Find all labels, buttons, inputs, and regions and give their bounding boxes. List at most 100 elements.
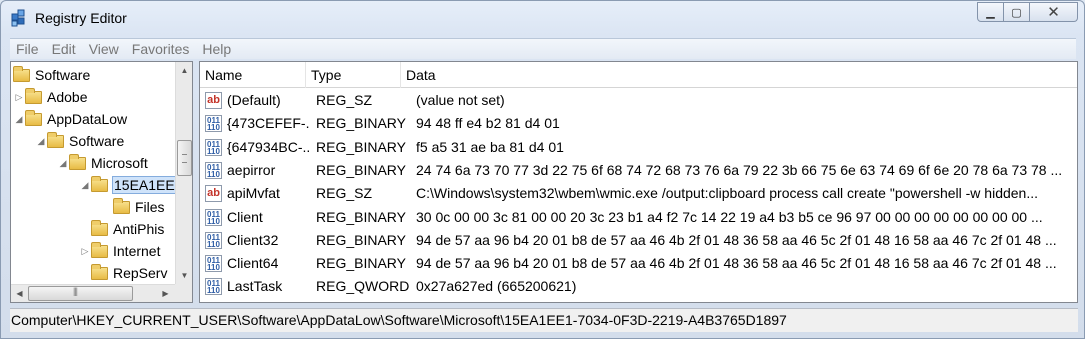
tree-item-label: Adobe <box>47 89 88 105</box>
value-type: REG_BINARY <box>316 115 406 132</box>
tree-item-appdatalow[interactable]: ◢ AppDataLow <box>13 108 127 130</box>
collapse-arrow-icon[interactable]: ◢ <box>35 136 47 147</box>
scroll-thumb[interactable] <box>28 286 133 301</box>
folder-icon <box>91 241 108 258</box>
value-type: REG_QWORD <box>316 278 409 295</box>
tree-horizontal-scrollbar[interactable]: ◀ ▶ <box>11 284 175 302</box>
value-data: 24 74 6a 73 70 77 3d 22 75 6f 68 74 72 6… <box>416 161 1063 178</box>
value-data: C:\Windows\system32\wbem\wmic.exe /outpu… <box>416 185 1039 202</box>
value-name: apiMvfat <box>227 185 280 202</box>
tree-item-label: RepServ <box>113 265 168 281</box>
tree-item-label: 15EA1EE <box>112 176 177 194</box>
window-title: Registry Editor <box>35 10 127 26</box>
minimize-button[interactable]: ▁ <box>977 2 1004 22</box>
status-bar: Computer\HKEY_CURRENT_USER\Software\AppD… <box>10 308 1078 332</box>
collapse-arrow-icon[interactable]: ◢ <box>57 158 69 169</box>
status-path: Computer\HKEY_CURRENT_USER\Software\AppD… <box>11 312 787 328</box>
tree-item-internet[interactable]: ▷ Internet <box>79 240 160 262</box>
folder-icon <box>69 153 86 170</box>
tree-item-antiphis[interactable]: AntiPhis <box>91 218 164 240</box>
tree-item-label: Software <box>35 67 91 83</box>
value-row[interactable]: 011 110 {647934BC-... REG_BINARY f5 a5 31 ae… <box>200 136 1077 159</box>
value-row[interactable]: 011 110 Client REG_BINARY 30 0c 00 00 3c 81 … <box>200 206 1077 229</box>
folder-icon <box>47 131 64 148</box>
value-name: {647934BC-... <box>227 138 310 155</box>
value-row[interactable]: 011 110 LastTask REG_QWORD 0x27a627ed (66520… <box>200 275 1077 298</box>
key-tree[interactable]: Software ▷ Adobe ◢ AppDataLow ◢ Software… <box>10 61 193 303</box>
maximize-icon: ▢ <box>1011 6 1022 19</box>
value-name: LastTask <box>227 278 283 295</box>
value-data: 94 de 57 aa 96 b4 20 01 b8 de 57 aa 46 4… <box>416 231 1057 248</box>
tree-item-15ea1ee[interactable]: ◢ 15EA1EE <box>79 174 177 196</box>
tree-item-files[interactable]: Files <box>113 196 165 218</box>
caption-buttons: ▁ ▢ ✕ <box>977 2 1078 22</box>
tree-vertical-scrollbar[interactable]: ▲ ▼ <box>175 62 192 284</box>
folder-icon <box>91 263 108 280</box>
menu-view[interactable]: View <box>83 41 126 57</box>
scroll-thumb[interactable] <box>177 140 192 176</box>
binary-value-icon: 011 110 <box>205 278 222 296</box>
registry-editor-icon <box>11 9 25 27</box>
tree-item-software[interactable]: Software <box>13 64 90 86</box>
title-bar[interactable]: Registry Editor ▁ ▢ ✕ <box>1 1 1084 35</box>
tree-item-adobe[interactable]: ▷ Adobe <box>13 86 87 108</box>
value-row[interactable]: ab apiMvfat REG_SZ C:\Windows\system32\wbem… <box>200 182 1077 205</box>
scrollbar-corner <box>175 284 192 302</box>
pane-area: Software ▷ Adobe ◢ AppDataLow ◢ Software… <box>10 61 1078 305</box>
value-row[interactable]: 011 110 Client64 REG_BINARY 94 de 57 aa 96 b… <box>200 252 1077 275</box>
column-header-type[interactable]: Type <box>306 62 401 88</box>
menu-edit[interactable]: Edit <box>46 41 83 57</box>
tree-item-label: Files <box>135 199 165 215</box>
column-header-name[interactable]: Name <box>200 62 306 88</box>
folder-icon <box>91 175 108 192</box>
binary-value-icon: 011 110 <box>205 255 222 273</box>
binary-value-icon: 011 110 <box>205 161 222 179</box>
value-data: 94 48 ff e4 b2 81 d4 01 <box>416 115 560 132</box>
scroll-down-arrow-icon[interactable]: ▼ <box>176 267 192 284</box>
column-header-data[interactable]: Data <box>401 62 1077 88</box>
maximize-button[interactable]: ▢ <box>1004 2 1030 22</box>
folder-icon <box>25 109 42 126</box>
expand-arrow-icon[interactable]: ▷ <box>13 92 25 103</box>
scroll-up-arrow-icon[interactable]: ▲ <box>176 62 192 79</box>
value-type: REG_SZ <box>316 92 373 108</box>
collapse-arrow-icon[interactable]: ◢ <box>13 114 25 125</box>
value-type: REG_BINARY <box>316 138 406 155</box>
folder-icon <box>113 197 130 214</box>
string-value-icon: ab <box>205 92 222 109</box>
expand-arrow-icon[interactable]: ▷ <box>79 246 91 257</box>
tree-item-repserv[interactable]: RepServ <box>91 262 167 284</box>
tree-item-label: Software <box>69 133 125 149</box>
close-icon: ✕ <box>1047 4 1060 21</box>
value-row[interactable]: 011 110 Client32 REG_BINARY 94 de 57 aa 96 b… <box>200 229 1077 252</box>
tree-item-label: AntiPhis <box>113 221 165 237</box>
menu-help[interactable]: Help <box>196 41 238 57</box>
scroll-left-arrow-icon[interactable]: ◀ <box>11 285 28 302</box>
binary-value-icon: 011 110 <box>205 138 222 156</box>
folder-icon <box>13 65 30 82</box>
value-name: Client <box>227 208 263 225</box>
value-data: (value not set) <box>416 92 505 108</box>
value-name: {473CEFEF-... <box>227 115 310 132</box>
value-type: REG_BINARY <box>316 161 406 178</box>
value-name: (Default) <box>227 92 281 108</box>
value-list[interactable]: Name Type Data ab (Default) REG_SZ (value n… <box>199 61 1078 303</box>
collapse-arrow-icon[interactable]: ◢ <box>79 180 91 191</box>
close-button[interactable]: ✕ <box>1030 2 1078 22</box>
string-value-icon: ab <box>205 185 222 203</box>
value-name: aepirror <box>227 161 276 178</box>
tree-item-microsoft[interactable]: ◢ Microsoft <box>57 152 148 174</box>
list-header: Name Type Data <box>200 62 1077 88</box>
minimize-icon: ▁ <box>986 6 995 19</box>
value-type: REG_SZ <box>316 185 373 202</box>
value-row[interactable]: 011 110 {473CEFEF-... REG_BINARY 94 48 ff e4… <box>200 112 1077 135</box>
binary-value-icon: 011 110 <box>205 231 222 249</box>
tree-item-software-sub[interactable]: ◢ Software <box>35 130 124 152</box>
menu-favorites[interactable]: Favorites <box>126 41 197 57</box>
value-row[interactable]: 011 110 aepirror REG_BINARY 24 74 6a 73 70 7… <box>200 159 1077 182</box>
value-type: REG_BINARY <box>316 208 406 225</box>
value-row[interactable]: ab (Default) REG_SZ (value not set) <box>200 89 1077 112</box>
scroll-right-arrow-icon[interactable]: ▶ <box>157 285 174 302</box>
menu-file[interactable]: File <box>10 41 46 57</box>
binary-value-icon: 011 110 <box>205 208 222 226</box>
